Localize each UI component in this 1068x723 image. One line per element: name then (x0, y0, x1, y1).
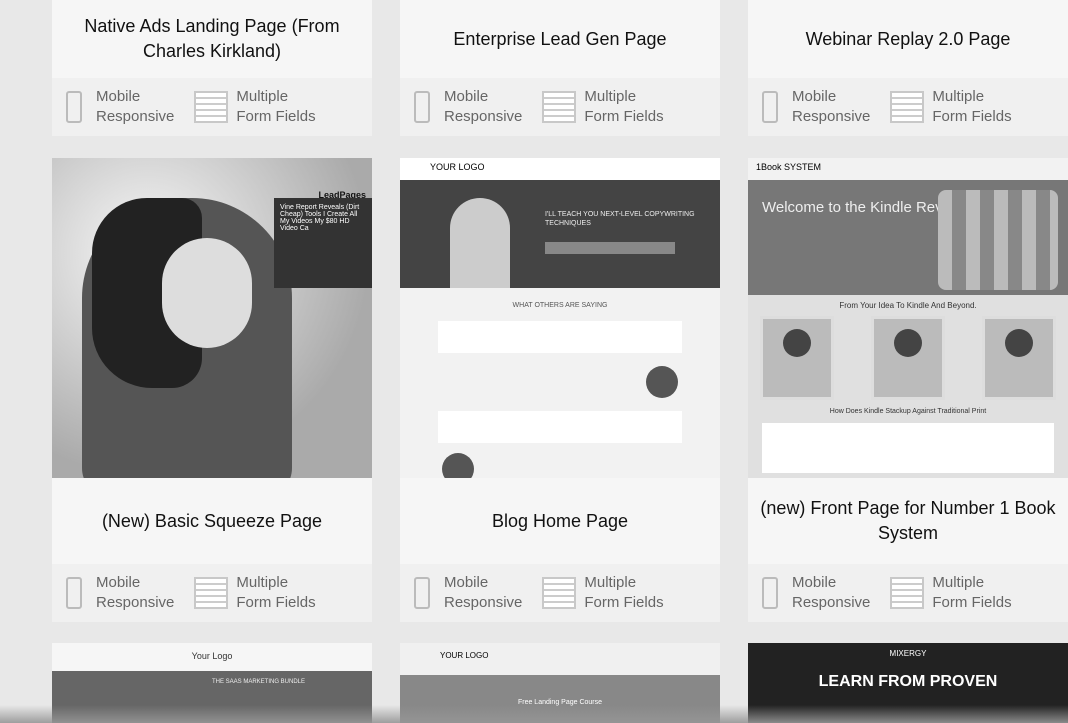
column-2: Enterprise Lead Gen Page Mobile Responsiv… (400, 0, 720, 723)
feature-label: Form Fields (236, 108, 316, 125)
thumb-hero: I'LL TEACH YOU NEXT-LEVEL COPYWRITING TE… (400, 180, 720, 288)
feature-label: Multiple (932, 574, 985, 591)
thumb-feature-boxes (748, 316, 1068, 400)
thumb-optin-box: Vine Report Reveals (Dirt Cheap) Tools I… (274, 198, 372, 288)
feature-forms: Multiple Form Fields (890, 87, 1012, 127)
feature-forms: Multiple Form Fields (194, 87, 316, 127)
feature-label: Mobile (792, 88, 837, 105)
feature-forms: Multiple Form Fields (194, 573, 316, 613)
bottom-fade (0, 705, 1068, 723)
face-shape (162, 238, 252, 348)
feature-label: Responsive (96, 108, 175, 125)
thumb-section-title: From Your Idea To Kindle And Beyond. (839, 301, 977, 310)
feature-label: Mobile (96, 574, 141, 591)
feature-label: Form Fields (932, 108, 1012, 125)
template-thumbnail[interactable]: 1Book SYSTEM Welcome to the Kindle Revol… (748, 158, 1068, 478)
feature-label: Multiple (236, 88, 289, 105)
phone-icon (762, 91, 778, 123)
feature-row: Mobile Responsive Multiple Form Fields (748, 564, 1068, 622)
feature-label: Multiple (236, 574, 289, 591)
thumb-logo: YOUR LOGO (400, 158, 720, 180)
thumb-section-title: WHAT OTHERS ARE SAYING (512, 302, 608, 309)
thumb-section-title: How Does Kindle Stackup Against Traditio… (829, 408, 987, 415)
form-icon (890, 577, 925, 609)
thumb-logo: Your Logo (191, 651, 233, 661)
phone-icon (66, 577, 82, 609)
feature-label: Responsive (792, 108, 871, 125)
feature-mobile: Mobile Responsive (66, 87, 174, 127)
thumb-cta (545, 242, 675, 254)
form-icon (194, 577, 229, 609)
feature-mobile: Mobile Responsive (414, 573, 522, 613)
feature-label: Mobile (792, 574, 837, 591)
template-thumbnail[interactable]: YOUR LOGO I'LL TEACH YOU NEXT-LEVEL COPY… (400, 158, 720, 478)
thumb-logo: MIXERGY (889, 649, 927, 658)
feature-row: Mobile Responsive Multiple Form Fields (748, 78, 1068, 136)
card-title[interactable]: Blog Home Page (400, 478, 720, 564)
feature-mobile: Mobile Responsive (66, 573, 174, 613)
feature-row: Mobile Responsive Multiple Form Fields (52, 78, 372, 136)
feature-label: Mobile (96, 88, 141, 105)
card-title[interactable]: Webinar Replay 2.0 Page (748, 0, 1068, 78)
feature-label: Responsive (96, 594, 175, 611)
form-icon (194, 91, 229, 123)
card-title[interactable]: Native Ads Landing Page (From Charles Ki… (52, 0, 372, 78)
card-title[interactable]: (New) Basic Squeeze Page (52, 478, 372, 564)
thumb-logo: 1Book SYSTEM (748, 158, 1068, 180)
template-thumbnail[interactable]: LeadPages Vine Report Reveals (Dirt Chea… (52, 158, 372, 478)
feature-row: Mobile Responsive Multiple Form Fields (400, 78, 720, 136)
feature-label: Form Fields (932, 594, 1012, 611)
feature-label: Form Fields (584, 108, 664, 125)
avatar (646, 366, 678, 398)
phone-icon (414, 577, 430, 609)
feature-label: Multiple (584, 574, 637, 591)
testimonial (438, 411, 682, 443)
feature-mobile: Mobile Responsive (414, 87, 522, 127)
phone-icon (66, 91, 82, 123)
feature-forms: Multiple Form Fields (890, 573, 1012, 613)
template-grid: Native Ads Landing Page (From Charles Ki… (0, 0, 1068, 723)
thumb-headline: LEARN FROM PROVEN (818, 673, 998, 690)
feature-label: Responsive (444, 594, 523, 611)
feature-forms: Multiple Form Fields (542, 573, 664, 613)
form-icon (542, 577, 577, 609)
feature-label: Form Fields (236, 594, 316, 611)
form-icon (542, 91, 577, 123)
feature-mobile: Mobile Responsive (762, 87, 870, 127)
feature-row: Mobile Responsive Multiple Form Fields (400, 564, 720, 622)
feature-row: Mobile Responsive Multiple Form Fields (52, 564, 372, 622)
card-title[interactable]: (new) Front Page for Number 1 Book Syste… (748, 478, 1068, 564)
form-icon (890, 91, 925, 123)
thumb-headline: I'LL TEACH YOU NEXT-LEVEL COPYWRITING TE… (545, 211, 695, 227)
feature-mobile: Mobile Responsive (762, 573, 870, 613)
phone-icon (762, 577, 778, 609)
feature-label: Mobile (444, 574, 489, 591)
feature-label: Form Fields (584, 594, 664, 611)
thumb-hero: Welcome to the Kindle Revolution (748, 180, 1068, 295)
thumb-logo: YOUR LOGO (440, 651, 489, 660)
avatar (442, 453, 474, 478)
thumb-chart (762, 423, 1054, 473)
thumb-illustration (938, 190, 1058, 290)
column-1: Native Ads Landing Page (From Charles Ki… (52, 0, 372, 723)
feature-forms: Multiple Form Fields (542, 87, 664, 127)
person-image (450, 198, 510, 288)
feature-label: Multiple (584, 88, 637, 105)
card-title[interactable]: Enterprise Lead Gen Page (400, 0, 720, 78)
column-3: Webinar Replay 2.0 Page Mobile Responsive… (748, 0, 1068, 723)
feature-label: Responsive (444, 108, 523, 125)
phone-icon (414, 91, 430, 123)
feature-label: Mobile (444, 88, 489, 105)
feature-label: Multiple (932, 88, 985, 105)
testimonial (438, 321, 682, 353)
feature-label: Responsive (792, 594, 871, 611)
